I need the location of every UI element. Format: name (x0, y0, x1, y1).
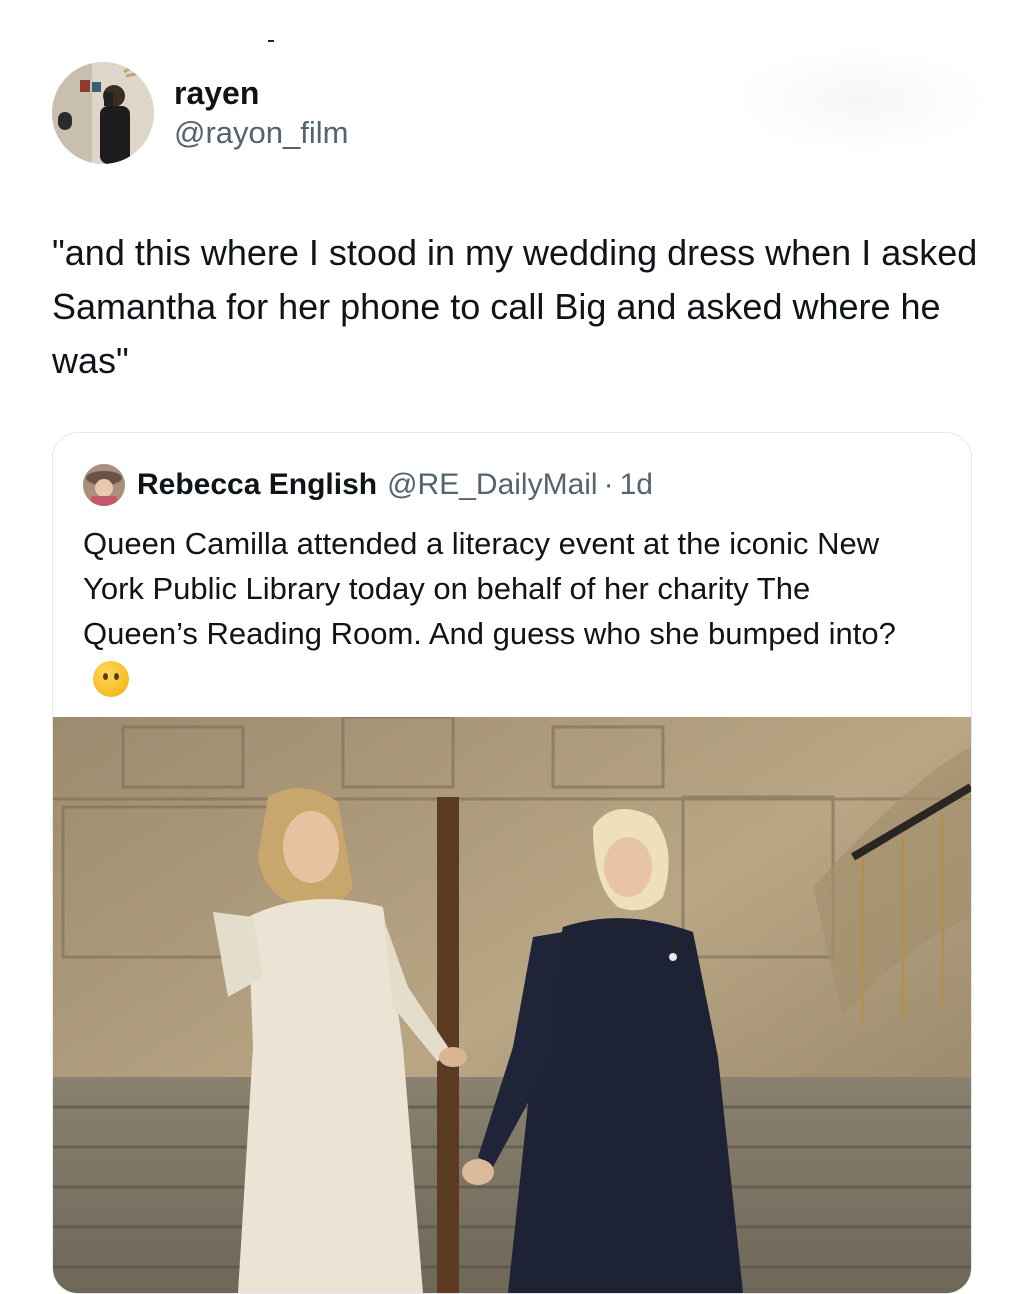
top-dash (268, 40, 274, 42)
quoted-text-body: Queen Camilla attended a literacy event … (83, 526, 896, 651)
quoted-tweet-card[interactable]: Rebecca English @RE_DailyMail · 1d Queen… (52, 432, 972, 1294)
quoted-tweet-header: Rebecca English @RE_DailyMail · 1d (83, 463, 653, 507)
display-name[interactable]: rayen (174, 73, 348, 113)
tweet-text: "and this where I stood in my wedding dr… (52, 232, 978, 381)
quoted-handle[interactable]: @RE_DailyMail (387, 468, 598, 502)
quoted-avatar[interactable] (83, 464, 125, 506)
profile-photo-icon (52, 62, 154, 164)
user-info: rayen @rayon_film (174, 73, 348, 153)
tweet-header: rayen @rayon_film (52, 62, 348, 164)
quoted-display-name[interactable]: Rebecca English (137, 468, 377, 502)
quoted-timestamp[interactable]: 1d (620, 468, 653, 502)
profile-photo-icon (83, 464, 125, 506)
blurred-region (732, 46, 990, 154)
quoted-tweet-text: Queen Camilla attended a literacy event … (83, 521, 933, 701)
thinking-face-icon (93, 661, 129, 697)
library-staircase-photo[interactable] (53, 717, 971, 1293)
handle[interactable]: @rayon_film (174, 113, 348, 153)
avatar[interactable] (52, 62, 154, 164)
separator-dot: · (603, 468, 614, 501)
